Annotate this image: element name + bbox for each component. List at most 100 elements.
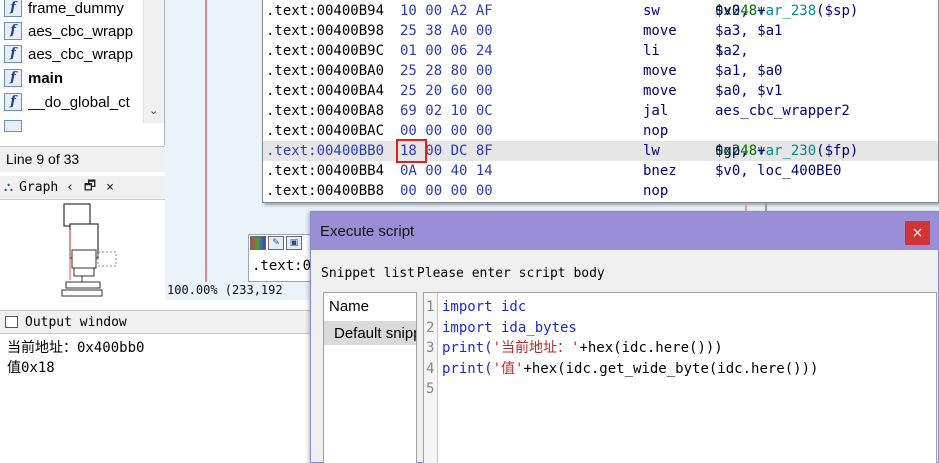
function-label: aes_cbc_wrapp: [28, 45, 134, 63]
mini-node-text: .text:0: [252, 258, 312, 274]
disasm-mnemonic: nop: [643, 183, 669, 199]
line-number: 2: [426, 319, 435, 336]
function-icon: f: [4, 22, 22, 40]
output-window-icon: [5, 316, 18, 328]
script-body-label: Please enter script body: [416, 266, 605, 281]
disasm-line[interactable]: .text:00400B98 25 38 A0 00 move $a3, $a1: [263, 21, 938, 41]
graph-node-mini[interactable]: ✎ ▣ .text:0: [248, 234, 318, 282]
disasm-address: .text:00400B94: [266, 3, 385, 19]
disasm-address: .text:00400BA4: [266, 83, 385, 99]
function-item[interactable]: f aes_cbc_wrapp: [4, 20, 144, 42]
disasm-mnemonic: sw: [643, 3, 660, 19]
snippet-item-label: Default snippet: [334, 324, 416, 342]
disasm-line[interactable]: .text:00400BB4 0A 00 40 14 bnez $v0, loc_40…: [263, 161, 938, 181]
snippet-list[interactable]: Name Default snippet: [323, 292, 417, 463]
dialog-title: Execute script: [320, 222, 415, 240]
graph-overview[interactable]: [0, 200, 165, 302]
disasm-address: .text:00400BAC: [266, 123, 385, 139]
disasm-mnemonic: move: [643, 23, 677, 39]
function-label: frame_dummy: [28, 0, 124, 17]
color-node-icon[interactable]: [250, 236, 266, 250]
line-number: 1: [426, 299, 435, 315]
dialog-labels: Snippet list Please enter script body: [321, 266, 607, 281]
function-icon: f: [4, 93, 22, 111]
function-icon: f: [4, 45, 22, 63]
group-node-icon[interactable]: ▣: [286, 236, 302, 250]
output-window-title: Output window: [25, 314, 127, 330]
function-icon: f: [4, 69, 22, 87]
function-icon: f: [4, 0, 22, 17]
graph-overview-titlebar: ⛬ Graph ‹ 🗗 ×: [0, 176, 165, 200]
disasm-line[interactable]: .text:00400B94 10 00 A2 AF sw $v0, 0x248 + va…: [263, 1, 938, 21]
disasm-line[interactable]: .text:00400B9C 01 00 06 24 li $a2, 1: [263, 41, 938, 61]
code-line[interactable]: import ida_bytes: [442, 318, 577, 338]
function-item[interactable]: f __do_global_ct: [4, 91, 144, 113]
disasm-address: .text:00400BB8: [266, 183, 385, 199]
function-item[interactable]: f frame_dummy: [4, 0, 144, 19]
function-item[interactable]: f aes_cbc_wrapp: [4, 43, 144, 65]
code-line[interactable]: print('值'+hex(idc.get_wide_byte(idc.here…: [442, 359, 818, 379]
line-info: Line 9 of 33: [0, 146, 165, 172]
disasm-bytes: 25 38 A0 00: [400, 23, 493, 39]
functions-scrollbar[interactable]: ⌄: [143, 0, 164, 123]
disasm-bytes: 01 00 06 24: [400, 43, 493, 59]
disasm-operands: $gp, 0x248 + var_230 ($fp): [715, 143, 859, 159]
disasm-operands: $a2, 1: [715, 43, 758, 59]
disasm-bytes: 25 28 80 00: [400, 63, 493, 79]
disasm-mnemonic: lw: [643, 143, 660, 159]
disasm-mnemonic: move: [643, 83, 677, 99]
script-editor[interactable]: 1 2 3 4 5 import idc import ida_bytes print('当…: [423, 292, 937, 463]
close-icon[interactable]: ×: [106, 180, 114, 195]
line-number: 3: [426, 340, 435, 356]
line-number: 4: [426, 360, 435, 377]
dialog-close-button[interactable]: ×: [905, 221, 930, 245]
snippet-item[interactable]: Default snippet: [324, 321, 416, 345]
disassembly-node[interactable]: .text:00400BB8 00 00 00 00 nop .text:00400B…: [262, 0, 939, 203]
disasm-line[interactable]: .text:00400BAC 00 00 00 00 nop: [263, 121, 938, 141]
disasm-address: .text:00400BA0: [266, 63, 385, 79]
disasm-bytes: 10 00 A2 AF: [400, 3, 493, 19]
disasm-address: .text:00400B9C: [266, 43, 385, 59]
disasm-line[interactable]: .text:00400BA0 25 28 80 00 move $a1, $a0: [263, 61, 938, 81]
function-label: __do_global_ct: [28, 93, 130, 111]
disasm-bytes: 00 00 00 00: [400, 123, 493, 139]
disasm-bytes: 69 02 10 0C: [400, 103, 493, 119]
disasm-address: .text:00400B98: [266, 23, 385, 39]
code-line[interactable]: print('当前地址：'+hex(idc.here())): [442, 338, 723, 358]
function-label: aes_cbc_wrapp: [28, 22, 134, 40]
disasm-address: .text:00400BB4: [266, 163, 385, 179]
disasm-address: .text:00400BB0: [266, 143, 385, 159]
disasm-bytes: 25 20 60 00: [400, 83, 493, 99]
graph-edge-line: [205, 0, 207, 282]
highlighted-byte-box: [396, 139, 427, 163]
disasm-mnemonic: bnez: [643, 163, 677, 179]
restore-icon[interactable]: 🗗: [84, 177, 96, 199]
line-number-gutter: 1 2 3 4 5: [424, 293, 438, 463]
disasm-mnemonic: jal: [643, 103, 669, 119]
disasm-line[interactable]: .text:00400BB0 18 00 DC 8F lw $gp, 0x248 + va…: [263, 141, 938, 161]
code-line[interactable]: import idc: [442, 297, 526, 317]
function-item[interactable]: f main: [4, 67, 144, 89]
disasm-line[interactable]: .text:00400BB8 00 00 00 00 nop: [263, 181, 938, 201]
line-number: 5: [426, 381, 435, 397]
disasm-mnemonic: move: [643, 63, 677, 79]
graph-icon: ⛬: [4, 180, 14, 195]
disasm-bytes: 0A 00 40 14: [400, 163, 493, 179]
dialog-titlebar[interactable]: Execute script: [311, 212, 938, 250]
zoom-status: 100.00% (233,192: [167, 283, 317, 300]
graph-overview-title: Graph ‹: [19, 180, 74, 195]
function-label: main: [28, 69, 64, 87]
disasm-line[interactable]: .text:00400BA8 69 02 10 0C jal aes_cbc_wrap…: [263, 101, 938, 121]
functions-list[interactable]: f __do_global_ct f main f aes_cbc_wrapp f aes_c…: [0, 0, 165, 145]
function-icon-partial: [4, 120, 22, 132]
disasm-line[interactable]: .text:00400BA4 25 20 60 00 move $a0, $v1: [263, 81, 938, 101]
chevron-down-icon[interactable]: ⌄: [149, 104, 158, 117]
disasm-address: .text:00400BA8: [266, 103, 385, 119]
disasm-mnemonic: li: [643, 43, 660, 59]
execute-script-dialog[interactable]: Execute script × Snippet list Please ente…: [310, 211, 939, 463]
snippet-column-header[interactable]: Name: [329, 298, 369, 315]
disasm-operands: $v0, 0x248 + var_238 ($sp): [715, 3, 859, 19]
edit-node-icon[interactable]: ✎: [268, 236, 284, 250]
snippet-list-label: Snippet list: [321, 266, 415, 281]
graph-overview-drawing: [61, 203, 117, 297]
